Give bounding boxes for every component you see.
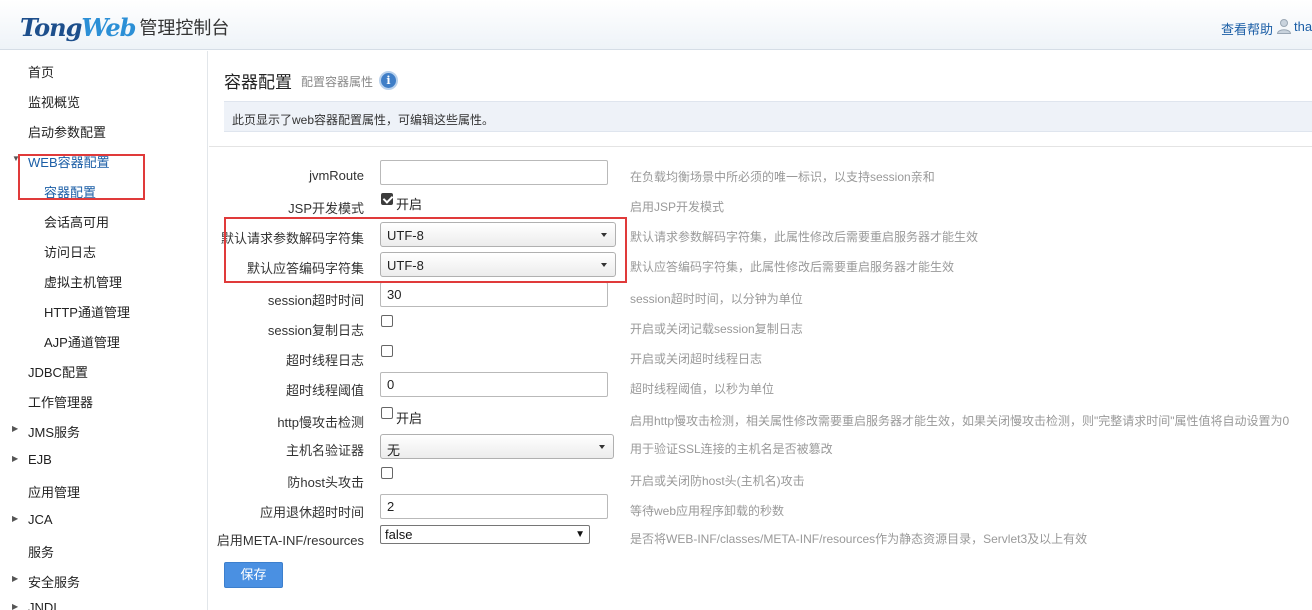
sidebar-item-label: JCA	[28, 512, 53, 527]
collapsed-arrow-icon: ▶	[12, 514, 19, 523]
top-header: Tong Web 管理控制台 查看帮助 tha	[0, 0, 1312, 50]
field-description: 开启或关闭记载session复制日志	[630, 322, 803, 336]
field-label: 主机名验证器	[285, 443, 364, 458]
select-value: false	[385, 527, 413, 542]
timeout-thread-log-checkbox[interactable]	[381, 345, 393, 357]
hostname-verifier-select[interactable]: 无	[380, 434, 614, 459]
form-row-hostname-verifier: 主机名验证器 无 用于验证SSL连接的主机名是否被篡改	[209, 432, 1312, 462]
form-row-session-timeout: session超时时间 30 session超时时间，以分钟为单位	[209, 282, 1312, 312]
host-header-attack-checkbox[interactable]	[381, 467, 393, 479]
http-slow-attack-checkbox[interactable]	[381, 407, 393, 419]
logo-text-tong: Tong	[20, 12, 82, 42]
help-link[interactable]: 查看帮助	[1221, 19, 1273, 38]
form-row-http-slow-attack: http慢攻击检测 开启 启用http慢攻击检测，相关属性修改需要重启服务器才能…	[209, 404, 1312, 434]
jsp-dev-mode-checkbox[interactable]	[381, 193, 393, 205]
field-description: 默认应答编码字符集，此属性修改后需要重启服务器才能生效	[630, 260, 955, 274]
sidebar-item-label: 会话高可用	[44, 215, 110, 230]
collapsed-arrow-icon: ▶	[12, 574, 19, 583]
collapsed-arrow-icon: ▶	[12, 454, 19, 463]
sidebar-item-label: AJP通道管理	[44, 335, 120, 350]
logo-text-web: Web	[81, 12, 136, 42]
sidebar-item-label: 首页	[28, 65, 55, 80]
sidebar-item-label: HTTP通道管理	[44, 305, 130, 320]
save-button[interactable]: 保存	[224, 562, 283, 588]
session-timeout-input[interactable]: 30	[380, 282, 608, 307]
select-value: 无	[387, 443, 401, 458]
main-content: 容器配置 配置容器属性 i 此页显示了web容器配置属性，可编辑这些属性。 jv…	[209, 51, 1312, 610]
sidebar-item-label: 服务	[28, 545, 55, 560]
field-description: 在负载均衡场景中所必须的唯一标识，以支持session亲和	[630, 170, 935, 184]
sidebar-item-label: 工作管理器	[28, 395, 94, 410]
dropdown-arrow-icon: ▼	[575, 529, 585, 540]
sidebar-item-label: 安全服务	[28, 575, 81, 590]
field-label: 超时线程日志	[285, 353, 364, 368]
page-title: 容器配置	[224, 73, 292, 92]
field-description: 开启或关闭超时线程日志	[630, 352, 763, 366]
sidebar-item-label: EJB	[28, 452, 52, 467]
jvmroute-input[interactable]	[380, 160, 608, 185]
page-subtitle: 配置容器属性	[301, 75, 374, 89]
divider	[209, 146, 1312, 147]
field-label: jvmRoute	[309, 168, 364, 183]
sidebar-item-label: JDBC配置	[28, 365, 88, 380]
field-label: 防host头攻击	[287, 475, 364, 490]
form-row-session-replication-log: session复制日志 开启或关闭记载session复制日志	[209, 312, 1312, 342]
user-name[interactable]: tha	[1294, 19, 1312, 34]
field-description: session超时时间，以分钟为单位	[630, 292, 803, 306]
info-icon[interactable]: i	[379, 71, 398, 90]
field-label: 启用META-INF/resources	[216, 533, 364, 548]
field-description: 开启或关闭防host头(主机名)攻击	[630, 474, 805, 488]
form-row-jsp-dev-mode: JSP开发模式 开启 启用JSP开发模式	[209, 190, 1312, 220]
dropdown-arrow-icon	[599, 445, 605, 449]
sidebar-highlight-box	[18, 154, 145, 200]
logo-subtitle: 管理控制台	[139, 18, 230, 39]
field-description: 启用http慢攻击检测，相关属性修改需要重启服务器才能生效，如果关闭慢攻击检测，…	[630, 414, 1290, 428]
sidebar-item-label: JMS服务	[28, 425, 81, 440]
field-description: 等待web应用程序卸载的秒数	[630, 504, 785, 518]
collapsed-arrow-icon: ▶	[12, 424, 19, 433]
sidebar-item-label: JNDI	[28, 600, 57, 610]
tongweb-logo: Tong Web 管理控制台	[20, 12, 230, 42]
field-description: 超时线程阈值，以秒为单位	[630, 382, 775, 396]
field-description: 默认请求参数解码字符集，此属性修改后需要重启服务器才能生效	[630, 230, 979, 244]
field-label: session超时时间	[267, 293, 364, 308]
form-row-jvmroute: jvmRoute 在负载均衡场景中所必须的唯一标识，以支持session亲和	[209, 160, 1312, 190]
charset-highlight-box	[224, 217, 627, 283]
checkbox-label: 开启	[396, 411, 423, 426]
sidebar-nav: 首页 监视概览 启动参数配置 ▼ WEB容器配置 容器配置 会话高可用 访问日志 …	[0, 51, 208, 610]
sidebar-item-label: 启动参数配置	[28, 125, 107, 140]
form-row-timeout-thread-threshold: 超时线程阈值 0 超时线程阈值，以秒为单位	[209, 372, 1312, 402]
session-replication-log-checkbox[interactable]	[381, 315, 393, 327]
app-retire-timeout-input[interactable]: 2	[380, 494, 608, 519]
form-row-app-retire-timeout: 应用退休超时时间 2 等待web应用程序卸载的秒数	[209, 494, 1312, 524]
field-label: session复制日志	[267, 323, 364, 338]
form-row-host-header-attack: 防host头攻击 开启或关闭防host头(主机名)攻击	[209, 464, 1312, 494]
checkbox-label: 开启	[396, 197, 423, 212]
collapsed-arrow-icon: ▶	[12, 602, 19, 610]
info-description: 此页显示了web容器配置属性，可编辑这些属性。	[224, 101, 1312, 132]
user-icon	[1276, 19, 1292, 34]
sidebar-item-label: 应用管理	[28, 485, 81, 500]
sidebar-item-label: 监视概览	[28, 95, 81, 110]
field-description: 启用JSP开发模式	[630, 200, 725, 214]
form-row-meta-inf-resources: 启用META-INF/resources false ▼ 是否将WEB-INF/c…	[209, 524, 1312, 554]
field-label: http慢攻击检测	[277, 415, 364, 430]
field-description: 是否将WEB-INF/classes/META-INF/resources作为静…	[630, 532, 1088, 546]
sidebar-item-label: 访问日志	[44, 245, 97, 260]
field-label: 应用退休超时时间	[259, 505, 364, 520]
timeout-thread-threshold-input[interactable]: 0	[380, 372, 608, 397]
meta-inf-resources-select[interactable]: false ▼	[380, 525, 590, 544]
field-description: 用于验证SSL连接的主机名是否被篡改	[630, 442, 833, 456]
field-label: JSP开发模式	[288, 201, 364, 216]
sidebar-item-label: 虚拟主机管理	[44, 275, 123, 290]
form-row-timeout-thread-log: 超时线程日志 开启或关闭超时线程日志	[209, 342, 1312, 372]
field-label: 超时线程阈值	[285, 383, 364, 398]
